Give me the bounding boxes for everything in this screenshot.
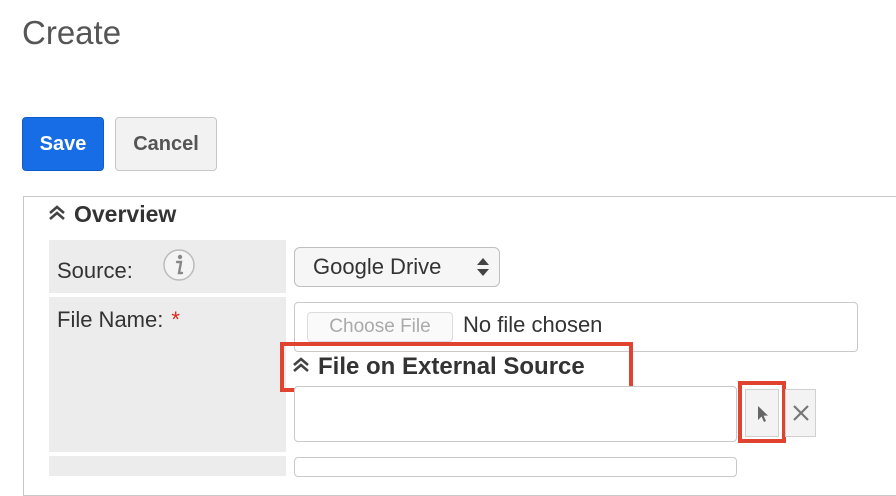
next-field-label-cell	[49, 456, 286, 476]
overview-title: Overview	[74, 200, 177, 227]
source-label-cell: Source:	[49, 240, 286, 293]
info-icon[interactable]	[162, 248, 196, 282]
cancel-button[interactable]: Cancel	[115, 117, 217, 171]
source-label: Source:	[57, 258, 133, 283]
double-chevron-up-icon	[292, 353, 312, 381]
cursor-arrow-icon	[755, 404, 771, 429]
source-select-value: Google Drive	[313, 254, 442, 279]
file-name-label: File Name: *	[57, 307, 180, 333]
source-select[interactable]: Google Drive	[294, 247, 500, 287]
external-source-input[interactable]	[294, 386, 737, 442]
double-chevron-up-icon	[48, 201, 68, 228]
save-button[interactable]: Save	[22, 117, 104, 171]
external-source-title: File on External Source	[318, 353, 585, 380]
close-icon	[791, 403, 811, 428]
choose-file-button[interactable]: Choose File	[307, 312, 453, 342]
required-marker: *	[171, 307, 180, 332]
page-title: Create	[22, 14, 122, 51]
external-source-header[interactable]: File on External Source	[292, 352, 585, 382]
no-file-status: No file chosen	[463, 312, 603, 337]
file-name-label-cell: File Name: *	[49, 297, 286, 452]
up-down-arrows-icon	[476, 256, 490, 284]
overview-header[interactable]: Overview	[48, 200, 176, 228]
select-file-button[interactable]	[745, 389, 779, 437]
next-field-input[interactable]	[294, 457, 737, 477]
clear-button[interactable]	[785, 389, 816, 437]
file-name-label-text: File Name:	[57, 307, 164, 332]
